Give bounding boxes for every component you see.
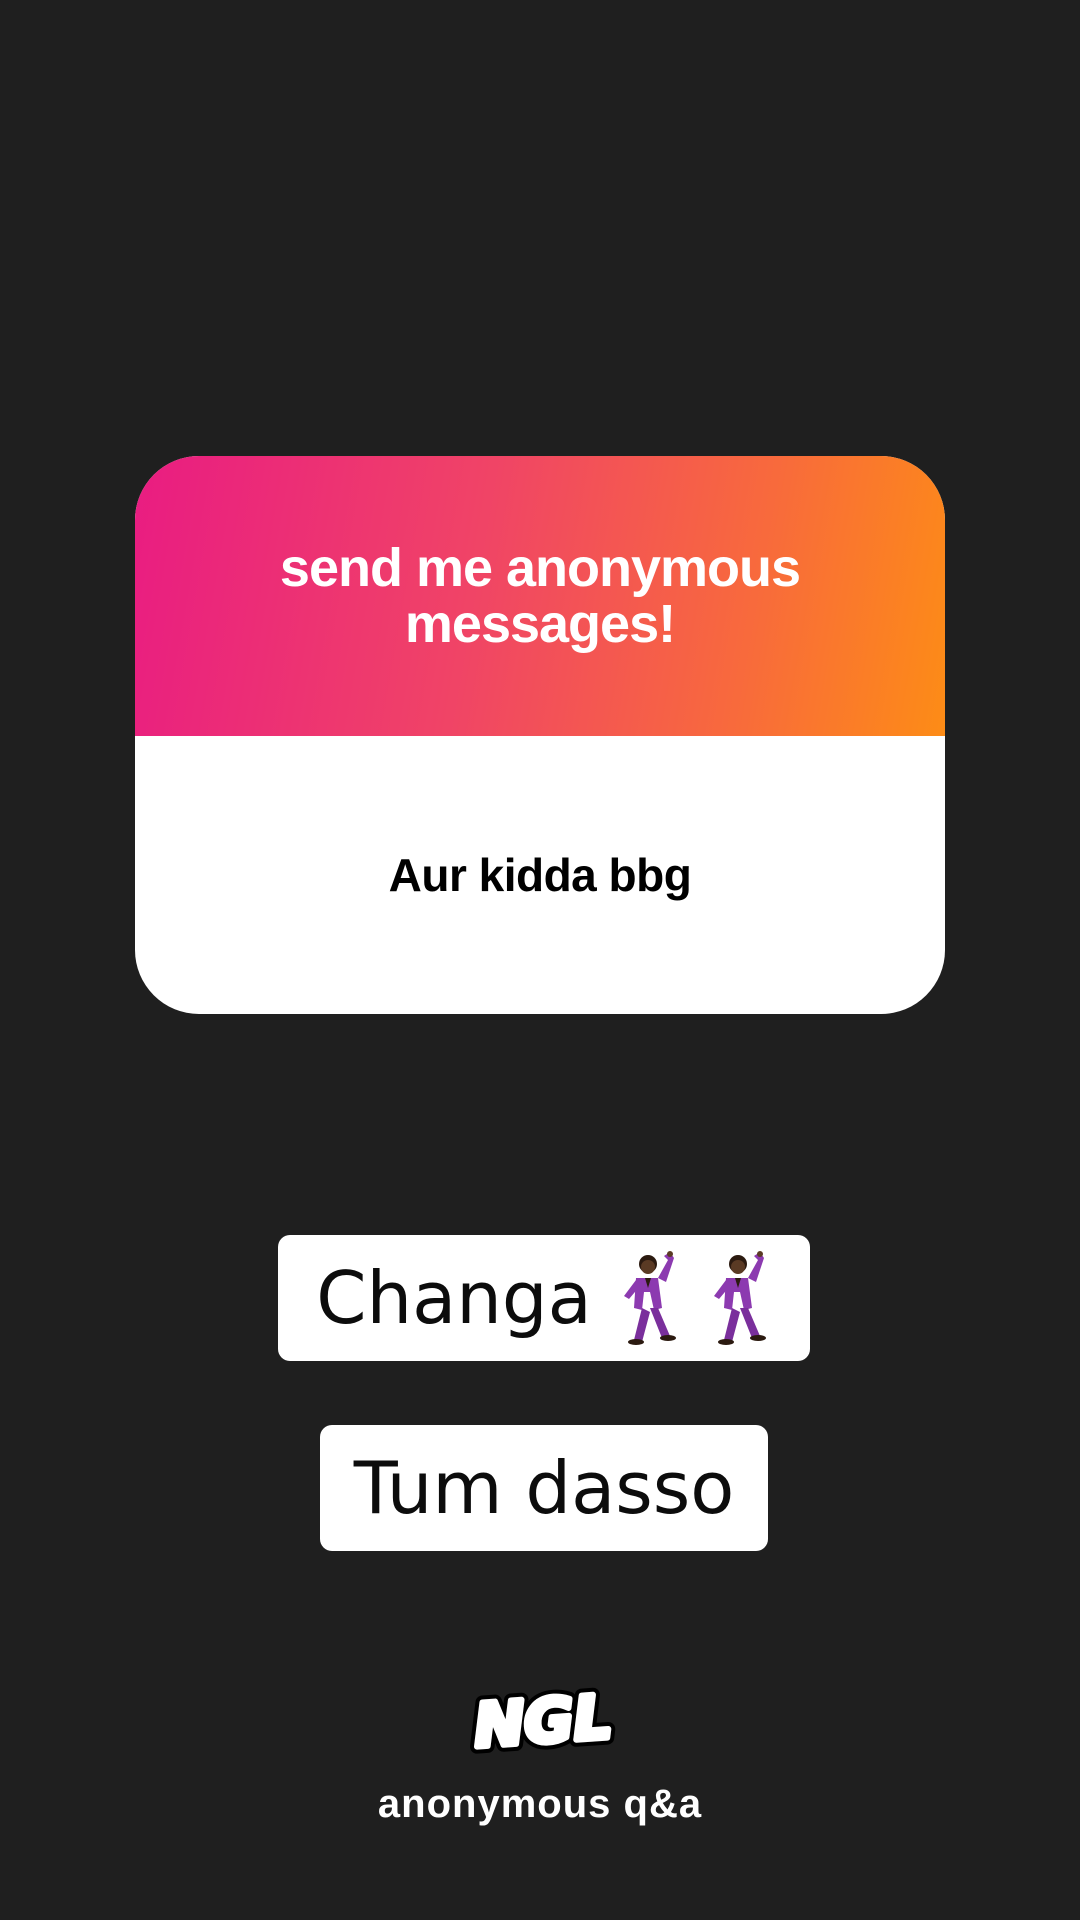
ngl-logo: NGL NGL NGL [465,1675,621,1768]
man-dancing-emoji-icon [604,1248,682,1348]
card-header-title: send me anonymous messages! [279,538,801,654]
reply-text-pill[interactable]: Tum dasso [320,1425,768,1551]
reply-text: Changa [316,1256,592,1340]
question-card: send me anonymous messages! Aur kidda bb… [135,456,945,1014]
ngl-logo-text: NGL [472,1682,614,1760]
reply-text-pill[interactable]: Changa [278,1235,810,1361]
reply-text: Tum dasso [353,1446,735,1530]
footer-caption: anonymous q&a [377,1782,703,1826]
card-body: Aur kidda bbg [135,736,945,1014]
man-dancing-emoji-icon [694,1248,772,1348]
card-header: send me anonymous messages! [135,456,945,736]
question-text: Aur kidda bbg [388,849,692,901]
